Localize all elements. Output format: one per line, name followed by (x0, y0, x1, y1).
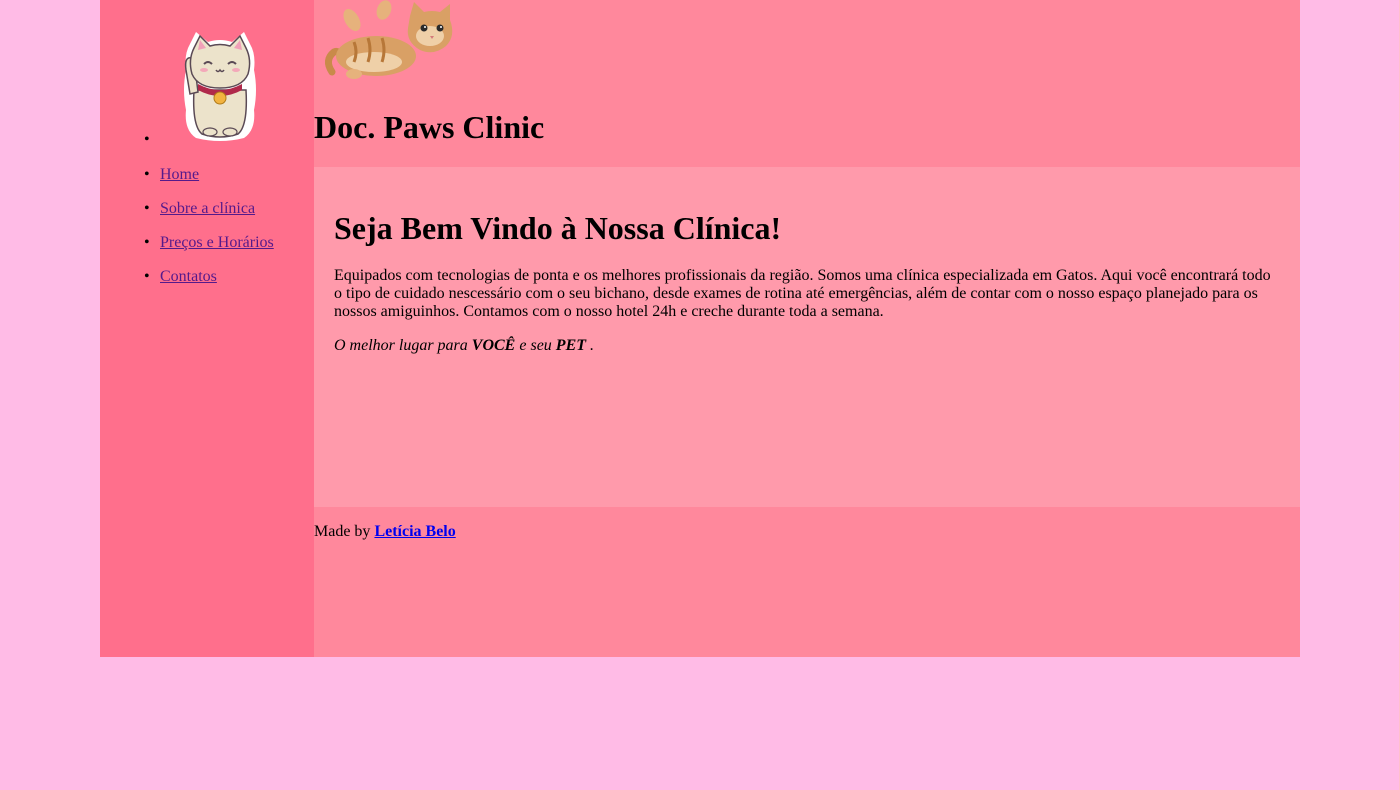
nav-link-contacts[interactable]: Contatos (160, 268, 217, 285)
slogan-emphasis-you: VOCÊ (471, 337, 516, 354)
slogan: O melhor lugar para VOCÊ e seu PET . (334, 337, 594, 355)
welcome-heading: Seja Bem Vindo à Nossa Clínica! (334, 210, 782, 246)
bullet-icon: • (144, 268, 150, 285)
site-title: Doc. Paws Clinic (314, 109, 545, 145)
slogan-text-2: e seu (515, 337, 556, 354)
sidebar-item-prices: • Preços e Horários (144, 234, 274, 252)
slogan-text-3: . (586, 337, 595, 354)
intro-paragraph: Equipados com tecnologias de ponta e os … (334, 267, 1271, 320)
bullet-icon: • (144, 166, 150, 183)
site-header: Doc. Paws Clinic (314, 0, 1300, 167)
site-footer: Made by Letícia Belo (314, 507, 1300, 657)
bullet-icon: • (144, 200, 150, 217)
lucky-cat-icon (184, 32, 256, 141)
footer-credit: Made by Letícia Belo (314, 523, 456, 541)
sidebar-item-contacts: • Contatos (144, 268, 217, 286)
page-container: • • Home • Sobre a clínica • Preços e Ho… (100, 0, 1300, 657)
nav-link-home[interactable]: Home (160, 166, 199, 183)
nav-link-about[interactable]: Sobre a clínica (160, 200, 255, 217)
slogan-text-1: O melhor lugar para (334, 337, 472, 354)
author-link[interactable]: Letícia Belo (374, 523, 455, 540)
bullet-icon: • (144, 131, 150, 148)
sidebar: • • Home • Sobre a clínica • Preços e Ho… (100, 0, 314, 657)
main-content: Seja Bem Vindo à Nossa Clínica! Equipado… (314, 167, 1300, 507)
nav-link-prices[interactable]: Preços e Horários (160, 234, 274, 251)
sidebar-item-home: • Home (144, 166, 199, 184)
sidebar-item-about: • Sobre a clínica (144, 200, 255, 218)
kitten-photo (325, 0, 453, 79)
bullet-icon: • (144, 234, 150, 251)
footer-credit-prefix: Made by (314, 523, 375, 540)
slogan-emphasis-pet: PET (555, 337, 587, 354)
